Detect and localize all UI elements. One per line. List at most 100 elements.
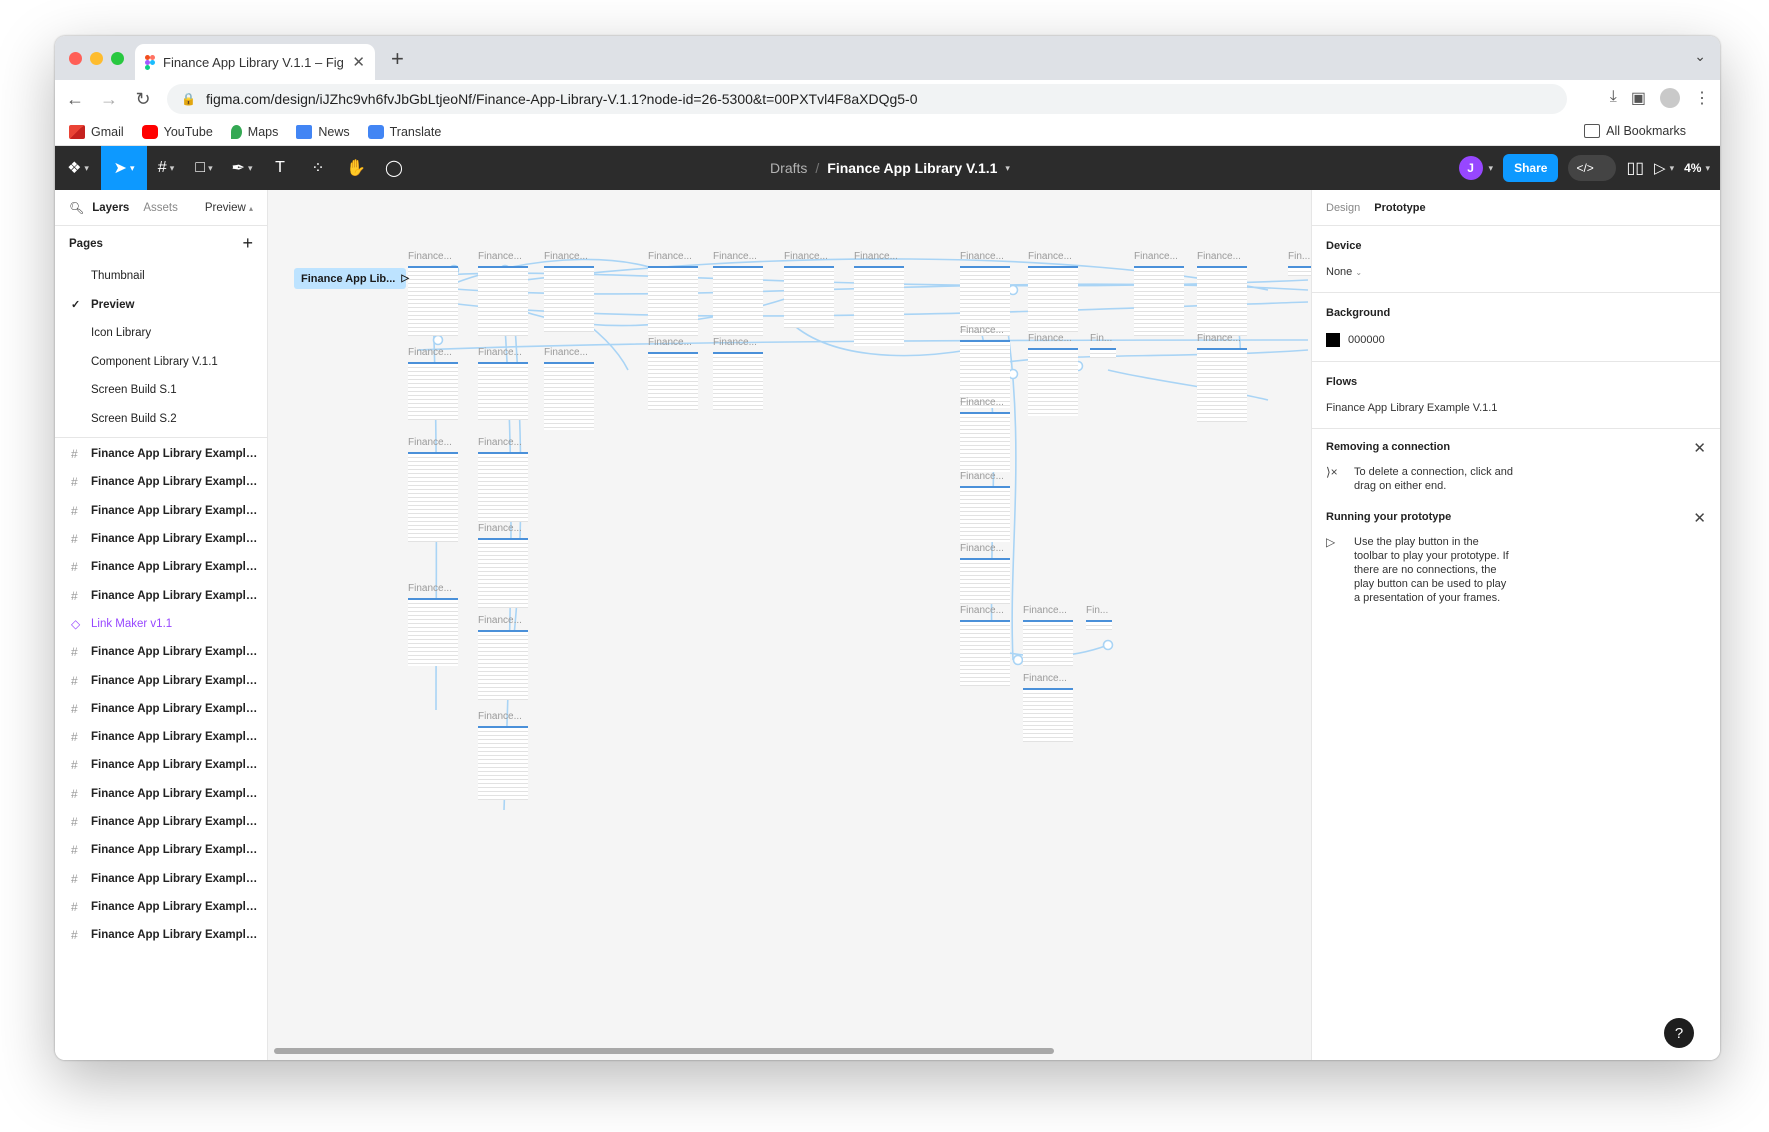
horizontal-scrollbar[interactable] — [274, 1048, 1054, 1054]
frame-label[interactable]: Finance... — [960, 325, 1004, 336]
frame-label[interactable]: Finance... — [1023, 673, 1067, 684]
chevron-down-icon[interactable]: ▾ — [1005, 163, 1010, 174]
connection-node[interactable] — [1012, 654, 1024, 666]
side-panel-icon[interactable]: ▣ — [1631, 88, 1646, 108]
frame-label[interactable]: Finance... — [960, 543, 1004, 554]
screen-frame[interactable] — [713, 352, 763, 410]
frame-label[interactable]: Fin... — [1090, 333, 1112, 344]
tab-layers[interactable]: Layers — [92, 202, 129, 214]
frame-label[interactable]: Finance... — [960, 605, 1004, 616]
add-page-icon[interactable]: + — [242, 233, 253, 254]
forward-icon[interactable]: → — [95, 89, 123, 110]
tab-prototype[interactable]: Prototype — [1374, 202, 1425, 214]
frame-label[interactable]: Finance... — [784, 251, 828, 262]
frame-label[interactable]: Finance... — [478, 347, 522, 358]
screen-frame[interactable] — [784, 266, 834, 328]
frame-label[interactable]: Finance... — [408, 437, 452, 448]
frame-label[interactable]: Finance... — [648, 251, 692, 262]
frame-label[interactable]: Finance... — [544, 251, 588, 262]
screen-frame[interactable] — [478, 362, 528, 420]
flow-item[interactable]: Finance App Library Example V.1.1 — [1326, 402, 1706, 414]
file-name[interactable]: Finance App Library V.1.1 — [827, 160, 997, 176]
screen-frame[interactable] — [713, 266, 763, 336]
all-bookmarks[interactable]: All Bookmarks — [1584, 124, 1686, 138]
frame-label[interactable]: Fin... — [1086, 605, 1108, 616]
screen-frame[interactable] — [1023, 620, 1073, 666]
layer-item[interactable]: #Finance App Library Example V.1.1... — [55, 497, 267, 525]
main-menu-button[interactable]: ❖ ▾ — [55, 146, 101, 190]
device-select[interactable]: None ⌄ — [1326, 266, 1706, 278]
screen-frame[interactable] — [1197, 348, 1247, 422]
layer-item[interactable]: #Finance App Library Example V.1.1... — [55, 553, 267, 581]
site-info-icon[interactable]: 🔒 — [181, 92, 196, 106]
flow-play-icon[interactable]: ▷ — [401, 273, 409, 284]
bookmark-gmail[interactable]: Gmail — [69, 124, 124, 139]
frame-label[interactable]: Finance... — [960, 397, 1004, 408]
frame-label[interactable]: Finance... — [478, 615, 522, 626]
resources-button[interactable]: ⁘ — [299, 146, 337, 190]
reload-icon[interactable]: ↻ — [129, 89, 157, 110]
bookmark-maps[interactable]: Maps — [230, 124, 278, 139]
layer-item[interactable]: ◇ Link Maker v1.1 — [55, 610, 267, 638]
page-item[interactable]: Icon Library — [55, 319, 267, 348]
frame-label[interactable]: Finance... — [1028, 251, 1072, 262]
screen-frame[interactable] — [478, 266, 528, 336]
play-icon[interactable]: ▷ — [1654, 159, 1666, 177]
hand-tool-button[interactable]: ✋ — [337, 146, 375, 190]
frame-label[interactable]: Finance... — [960, 251, 1004, 262]
layer-item[interactable]: #Finance App Library Example V.1.1... — [55, 468, 267, 496]
layer-item[interactable]: #Finance App Library Example V.1.1... — [55, 581, 267, 609]
search-icon[interactable]: 🔍︎ — [69, 201, 84, 215]
screen-frame[interactable] — [1028, 266, 1078, 332]
screen-frame[interactable] — [478, 726, 528, 800]
screen-frame[interactable] — [1197, 266, 1247, 336]
screen-frame[interactable] — [408, 362, 458, 420]
canvas[interactable]: Finance... Finance... Finance... Finance...… — [268, 190, 1311, 1060]
screen-frame[interactable] — [1134, 266, 1184, 336]
chevron-down-icon[interactable]: ▾ — [1670, 163, 1675, 174]
flow-starting-point[interactable]: Finance App Lib... ▷ — [294, 268, 409, 289]
tab-search-icon[interactable]: ⌄ — [1694, 48, 1706, 65]
frame-label[interactable]: Finance... — [1028, 333, 1072, 344]
bookmark-news[interactable]: News — [296, 124, 350, 139]
page-item[interactable]: Screen Build S.2 — [55, 405, 267, 434]
frame-label[interactable]: Finance... — [544, 347, 588, 358]
frame-label[interactable]: Finance... — [713, 251, 757, 262]
screen-frame[interactable] — [478, 630, 528, 700]
frame-label[interactable]: Finance... — [408, 583, 452, 594]
layer-item[interactable]: #Finance App Library Example V.1.1... — [55, 638, 267, 666]
pen-tool-button[interactable]: ✒ ▾ — [223, 146, 261, 190]
page-item[interactable]: ✓ Preview — [55, 291, 267, 320]
help-button[interactable]: ? — [1664, 1018, 1694, 1048]
close-window-button[interactable] — [69, 52, 82, 65]
screen-frame[interactable] — [1023, 688, 1073, 742]
frame-label[interactable]: Finance... — [1197, 251, 1241, 262]
browser-menu-icon[interactable]: ⋮ — [1694, 88, 1710, 108]
page-item[interactable]: Component Library V.1.1 — [55, 348, 267, 377]
screen-frame[interactable] — [960, 620, 1010, 686]
layer-item[interactable]: #Finance App Library Example V.1.1... — [55, 921, 267, 949]
new-tab-icon[interactable]: + — [391, 46, 404, 72]
frame-label[interactable]: Finance... — [960, 471, 1004, 482]
close-tab-icon[interactable]: ✕ — [352, 53, 365, 71]
layer-item[interactable]: #Finance App Library Example V.1.1... — [55, 723, 267, 751]
back-icon[interactable]: ← — [61, 89, 89, 110]
chevron-down-icon[interactable]: ▾ — [1705, 163, 1710, 174]
frame-label[interactable]: Finance... — [478, 711, 522, 722]
bookmark-translate[interactable]: Translate — [367, 124, 441, 139]
layer-item[interactable]: #Finance App Library Example V.1.1... — [55, 751, 267, 779]
frame-label[interactable]: Finance... — [478, 437, 522, 448]
breadcrumb-drafts[interactable]: Drafts — [770, 160, 807, 176]
screen-frame[interactable] — [1086, 620, 1112, 630]
screen-frame[interactable] — [544, 266, 594, 332]
bookmark-youtube[interactable]: YouTube — [141, 124, 213, 139]
screen-frame[interactable] — [648, 266, 698, 336]
screen-frame[interactable] — [960, 558, 1010, 604]
connection-line[interactable] — [967, 349, 1309, 371]
dev-mode-toggle[interactable]: </> — [1568, 155, 1617, 181]
layer-item[interactable]: #Finance App Library Example V.1.1... — [55, 836, 267, 864]
screen-frame[interactable] — [854, 266, 904, 346]
page-item[interactable]: Thumbnail — [55, 262, 267, 291]
close-icon[interactable]: ✕ — [1693, 509, 1706, 527]
browser-tab[interactable]: Finance App Library V.1.1 – Fig ✕ — [135, 44, 375, 80]
